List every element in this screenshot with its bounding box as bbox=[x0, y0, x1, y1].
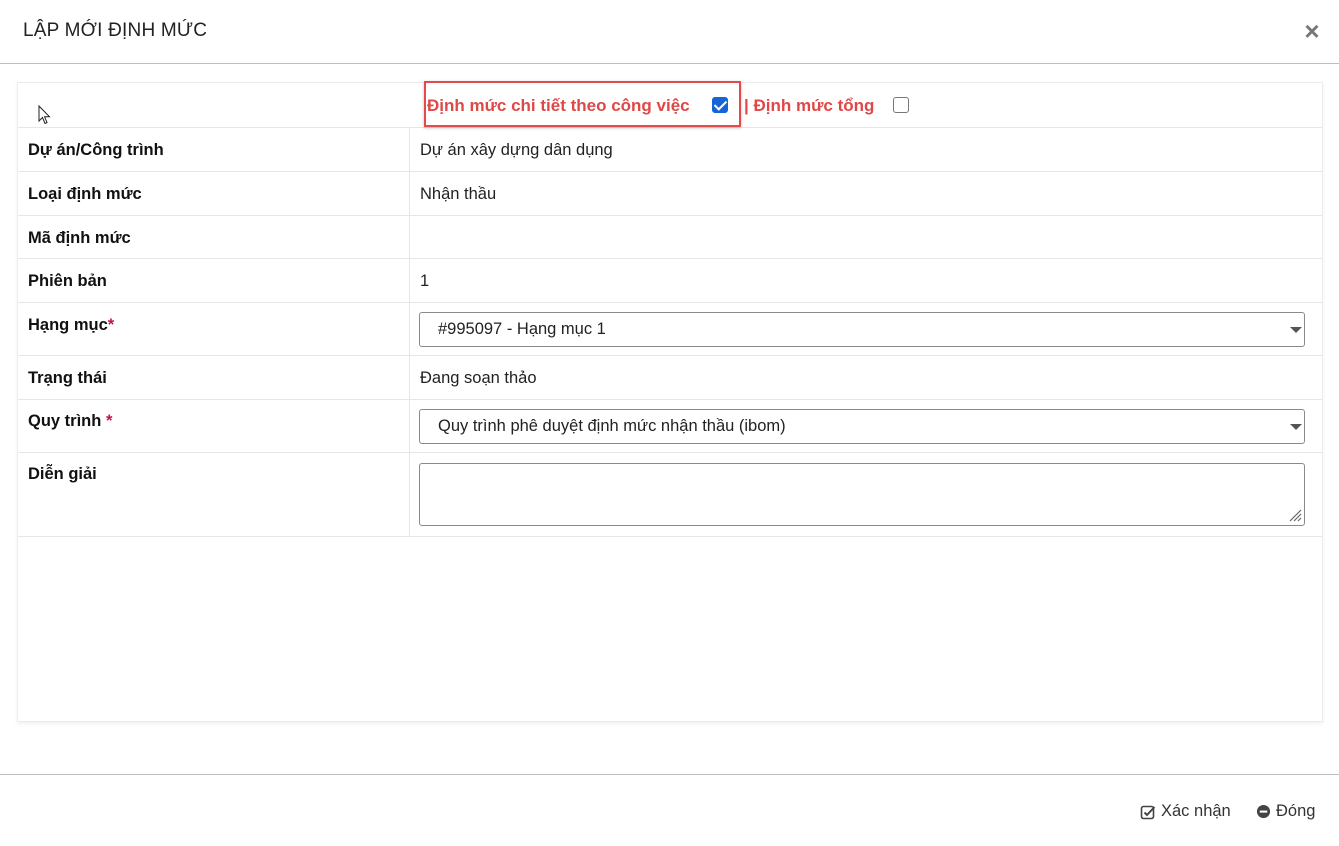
category-row: Hạng mục* #995097 - Hạng mục 1 bbox=[18, 303, 1322, 356]
project-label: Dự án/Công trình bbox=[28, 141, 164, 159]
category-label: Hạng mục* bbox=[28, 316, 115, 334]
description-textarea[interactable] bbox=[419, 463, 1305, 526]
project-value: Dự án xây dựng dân dụng bbox=[420, 141, 613, 159]
project-row: Dự án/Công trình Dự án xây dựng dân dụng bbox=[18, 128, 1322, 172]
process-row: Quy trình * Quy trình phê duyệt định mức… bbox=[18, 400, 1322, 453]
type-label: Loại định mức bbox=[28, 185, 142, 203]
mode-row: Định mức chi tiết theo công việc | Định … bbox=[18, 81, 1322, 128]
minus-circle-icon bbox=[1256, 804, 1271, 819]
close-button[interactable]: Đóng bbox=[1256, 802, 1315, 821]
total-mode-checkbox[interactable] bbox=[893, 97, 909, 113]
version-value: 1 bbox=[420, 272, 430, 290]
modal-header: LẬP MỚI ĐỊNH MỨC × bbox=[0, 0, 1339, 64]
status-value: Đang soạn thảo bbox=[420, 369, 537, 387]
form-panel: Định mức chi tiết theo công việc | Định … bbox=[17, 81, 1323, 722]
detail-mode-label[interactable]: Định mức chi tiết theo công việc bbox=[427, 96, 690, 116]
type-value: Nhận thầu bbox=[420, 185, 497, 203]
detail-mode-checkbox[interactable] bbox=[712, 97, 728, 113]
confirm-button[interactable]: Xác nhận bbox=[1140, 802, 1231, 821]
check-square-icon bbox=[1140, 805, 1156, 819]
description-row: Diễn giải bbox=[18, 453, 1322, 537]
mouse-pointer-icon bbox=[38, 105, 51, 125]
process-selected-value: Quy trình phê duyệt định mức nhận thầu (… bbox=[438, 417, 786, 435]
status-label: Trạng thái bbox=[28, 369, 107, 387]
caret-down-icon bbox=[1290, 424, 1302, 430]
status-row: Trạng thái Đang soạn thảo bbox=[18, 356, 1322, 400]
close-label: Đóng bbox=[1276, 802, 1316, 820]
required-marker: * bbox=[105, 412, 113, 430]
confirm-label: Xác nhận bbox=[1161, 802, 1231, 820]
modal-title: LẬP MỚI ĐỊNH MỨC bbox=[23, 20, 208, 41]
modal-footer: Xác nhận Đóng bbox=[0, 774, 1339, 846]
required-marker: * bbox=[107, 316, 115, 334]
code-row: Mã định mức bbox=[18, 216, 1322, 259]
total-mode-label[interactable]: | Định mức tổng bbox=[744, 96, 874, 116]
process-select[interactable]: Quy trình phê duyệt định mức nhận thầu (… bbox=[419, 409, 1305, 444]
close-icon[interactable]: × bbox=[1301, 18, 1323, 44]
description-label: Diễn giải bbox=[28, 465, 97, 483]
code-label: Mã định mức bbox=[28, 229, 131, 247]
version-label: Phiên bản bbox=[28, 272, 107, 290]
type-row: Loại định mức Nhận thầu bbox=[18, 172, 1322, 216]
category-select[interactable]: #995097 - Hạng mục 1 bbox=[419, 312, 1305, 347]
version-row: Phiên bản 1 bbox=[18, 259, 1322, 303]
caret-down-icon bbox=[1290, 327, 1302, 333]
process-label: Quy trình * bbox=[28, 412, 113, 430]
resize-grip-icon[interactable] bbox=[1288, 508, 1302, 522]
category-selected-value: #995097 - Hạng mục 1 bbox=[438, 320, 606, 338]
